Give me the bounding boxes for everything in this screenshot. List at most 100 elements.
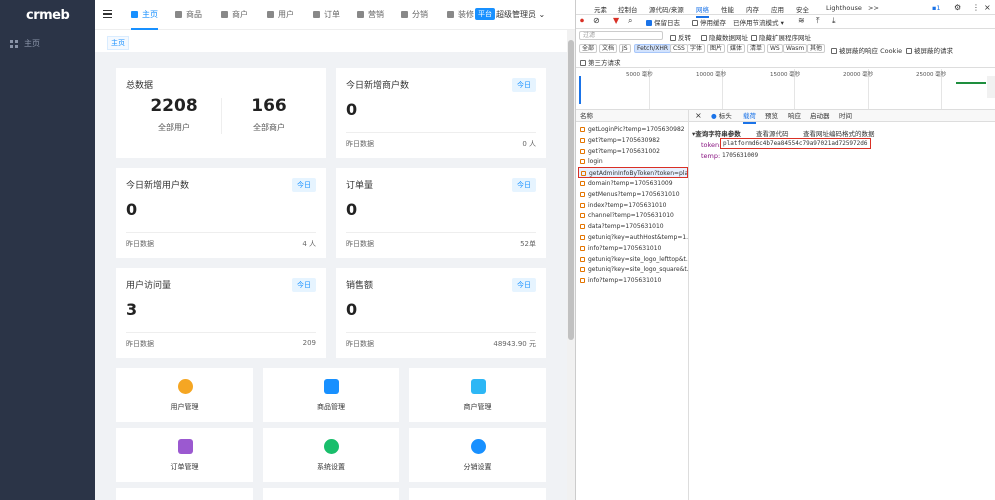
request-row[interactable]: getAdminInfoByToken?token=pla... <box>578 167 688 179</box>
sidebar-item-home[interactable]: 主页 <box>0 33 95 55</box>
filter-css[interactable]: CSS <box>670 44 688 53</box>
filter-input[interactable]: 过滤 <box>579 31 663 40</box>
query-params-section[interactable]: ▾查询字符串参数 <box>692 128 741 138</box>
nav-orders[interactable]: 订单 <box>313 0 340 30</box>
blocked-requests-checkbox[interactable]: 被屏蔽的请求 <box>906 45 953 55</box>
request-row[interactable]: get?temp=1705631002 <box>578 146 688 157</box>
timeline-scrollbar[interactable] <box>987 76 995 98</box>
filter-media[interactable]: 媒体 <box>727 44 746 53</box>
quick-system-settings[interactable]: 系统设置 <box>263 428 399 482</box>
today-badge: 今日 <box>512 278 536 292</box>
request-row[interactable]: getuniq?key=authHost&temp=1... <box>578 232 688 243</box>
request-name: info?temp=1705631010 <box>588 277 662 285</box>
menu-toggle-icon[interactable] <box>103 10 112 18</box>
request-row[interactable]: getuniq?key=site_logo_square&t... <box>578 264 688 275</box>
admin-menu[interactable]: 超级管理员 ⌄ <box>496 0 545 30</box>
devtools-tab-application[interactable]: 应用 <box>771 4 784 14</box>
detail-tab-payload[interactable]: 载荷 <box>743 110 756 124</box>
request-row[interactable]: info?temp=1705631010 <box>578 275 688 286</box>
gear-icon[interactable]: ⚙ <box>954 3 961 12</box>
download-icon[interactable]: ⤓ <box>832 16 836 26</box>
more-vert-icon[interactable]: ⋮ <box>972 3 980 12</box>
devtools-tab-sources[interactable]: 源代码/来源 <box>649 4 684 14</box>
request-row[interactable]: data?temp=1705631010 <box>578 221 688 232</box>
search-icon[interactable]: ⌕ <box>628 16 632 26</box>
divider <box>576 28 995 29</box>
detail-tab-headers[interactable]: ● 标头 <box>711 110 732 122</box>
request-row[interactable]: domain?temp=1705631009 <box>578 178 688 189</box>
filter-img[interactable]: 图片 <box>707 44 726 53</box>
xhr-icon <box>580 202 585 208</box>
filter-all[interactable]: 全部 <box>579 44 598 53</box>
request-row[interactable]: getMenus?temp=1705631010 <box>578 189 688 200</box>
detail-tab-initiator[interactable]: 启动器 <box>810 110 830 122</box>
devtools-tab-more[interactable]: >> <box>868 4 879 12</box>
third-party-checkbox[interactable]: 第三方请求 <box>580 57 621 67</box>
nav-marketing[interactable]: 营销 <box>357 0 384 30</box>
request-row[interactable]: getLoginPic?temp=1705630982 <box>578 124 688 135</box>
preserve-log-checkbox[interactable]: 保留日志 <box>646 17 680 27</box>
nav-users[interactable]: 用户 <box>267 0 294 30</box>
scrollbar-thumb[interactable] <box>568 40 574 340</box>
page-scrollbar[interactable] <box>567 30 575 500</box>
filter-icon[interactable]: ▼ <box>613 16 619 25</box>
devtools-tab-security[interactable]: 安全 <box>796 4 809 14</box>
request-row[interactable]: getuniq?key=site_logo_lefttop&t... <box>578 254 688 265</box>
devtools-tab-performance[interactable]: 性能 <box>721 4 734 14</box>
devtools-tab-console[interactable]: 控制台 <box>618 4 638 14</box>
name-column-header[interactable]: 名称 <box>576 110 688 122</box>
request-row[interactable]: channel?temp=1705631010 <box>578 210 688 221</box>
request-row[interactable]: login <box>578 156 688 167</box>
filter-other[interactable]: 其他 <box>807 44 826 53</box>
tag-home[interactable]: 主页 <box>107 36 129 50</box>
filter-fetch-xhr[interactable]: Fetch/XHR <box>634 44 672 53</box>
filter-font[interactable]: 字体 <box>687 44 706 53</box>
filter-wasm[interactable]: Wasm <box>783 44 808 53</box>
filter-js[interactable]: JS <box>619 44 631 53</box>
hide-ext-checkbox[interactable]: 隐藏扩展程序网址 <box>751 32 811 42</box>
devtools-tab-memory[interactable]: 内存 <box>746 4 759 14</box>
close-icon[interactable]: × <box>695 110 702 122</box>
timeline-bar <box>579 76 581 104</box>
throttle-select[interactable]: 已停用节流模式 ▾ <box>733 17 784 27</box>
nav-distribution[interactable]: 分销 <box>401 0 428 30</box>
nav-products[interactable]: 商品 <box>175 0 202 30</box>
distribution-icon <box>401 11 408 18</box>
pane-divider[interactable] <box>688 110 689 500</box>
total-merchants-value: 166 <box>251 96 287 116</box>
nav-merchants[interactable]: 商户 <box>221 0 248 30</box>
nav-home[interactable]: 主页 <box>131 0 158 30</box>
view-source-link[interactable]: 查看源代码 <box>756 128 789 138</box>
invert-checkbox[interactable]: 反转 <box>670 32 691 42</box>
disable-cache-checkbox[interactable]: 停用缓存 <box>692 17 726 27</box>
message-counter[interactable]: ▪1 <box>932 4 941 12</box>
detail-tab-response[interactable]: 响应 <box>788 110 801 122</box>
filter-ws[interactable]: WS <box>767 44 783 53</box>
filter-manifest[interactable]: 清单 <box>747 44 766 53</box>
detail-tab-timing[interactable]: 时间 <box>839 110 852 122</box>
request-row[interactable]: info?temp=1705631010 <box>578 243 688 254</box>
blocked-cookies-checkbox[interactable]: 被屏蔽的响应 Cookie <box>831 45 902 55</box>
request-row[interactable]: index?temp=1705631010 <box>578 200 688 211</box>
quick-distribution-settings[interactable]: 分销设置 <box>409 428 546 482</box>
hide-data-urls-checkbox[interactable]: 隐藏数据网址 <box>701 32 748 42</box>
nav-decoration[interactable]: 装修 <box>447 0 474 30</box>
detail-tab-preview[interactable]: 预览 <box>765 110 778 122</box>
devtools-tab-elements[interactable]: 元素 <box>594 4 607 14</box>
upload-icon[interactable]: ⤒ <box>816 16 820 26</box>
view-decoded-link[interactable]: 查看网址编码格式的数据 <box>803 128 875 138</box>
quick-merchant-manage[interactable]: 商户管理 <box>409 368 546 422</box>
stat-title: 订单量 <box>346 181 374 191</box>
clear-icon[interactable]: ⊘ <box>593 16 600 25</box>
divider <box>346 132 536 133</box>
quick-product-manage[interactable]: 商品管理 <box>263 368 399 422</box>
request-row[interactable]: get?temp=1705630982 <box>578 135 688 146</box>
quick-order-manage[interactable]: 订单管理 <box>116 428 253 482</box>
quick-user-manage[interactable]: 用户管理 <box>116 368 253 422</box>
wifi-icon[interactable]: ≋ <box>798 16 805 25</box>
close-icon[interactable]: × <box>984 3 991 12</box>
devtools-tab-lighthouse[interactable]: Lighthouse <box>826 4 862 12</box>
filter-doc[interactable]: 文档 <box>599 44 618 53</box>
record-icon[interactable]: ⏺ <box>580 16 584 26</box>
devtools-tab-network[interactable]: 网络 <box>696 4 709 18</box>
